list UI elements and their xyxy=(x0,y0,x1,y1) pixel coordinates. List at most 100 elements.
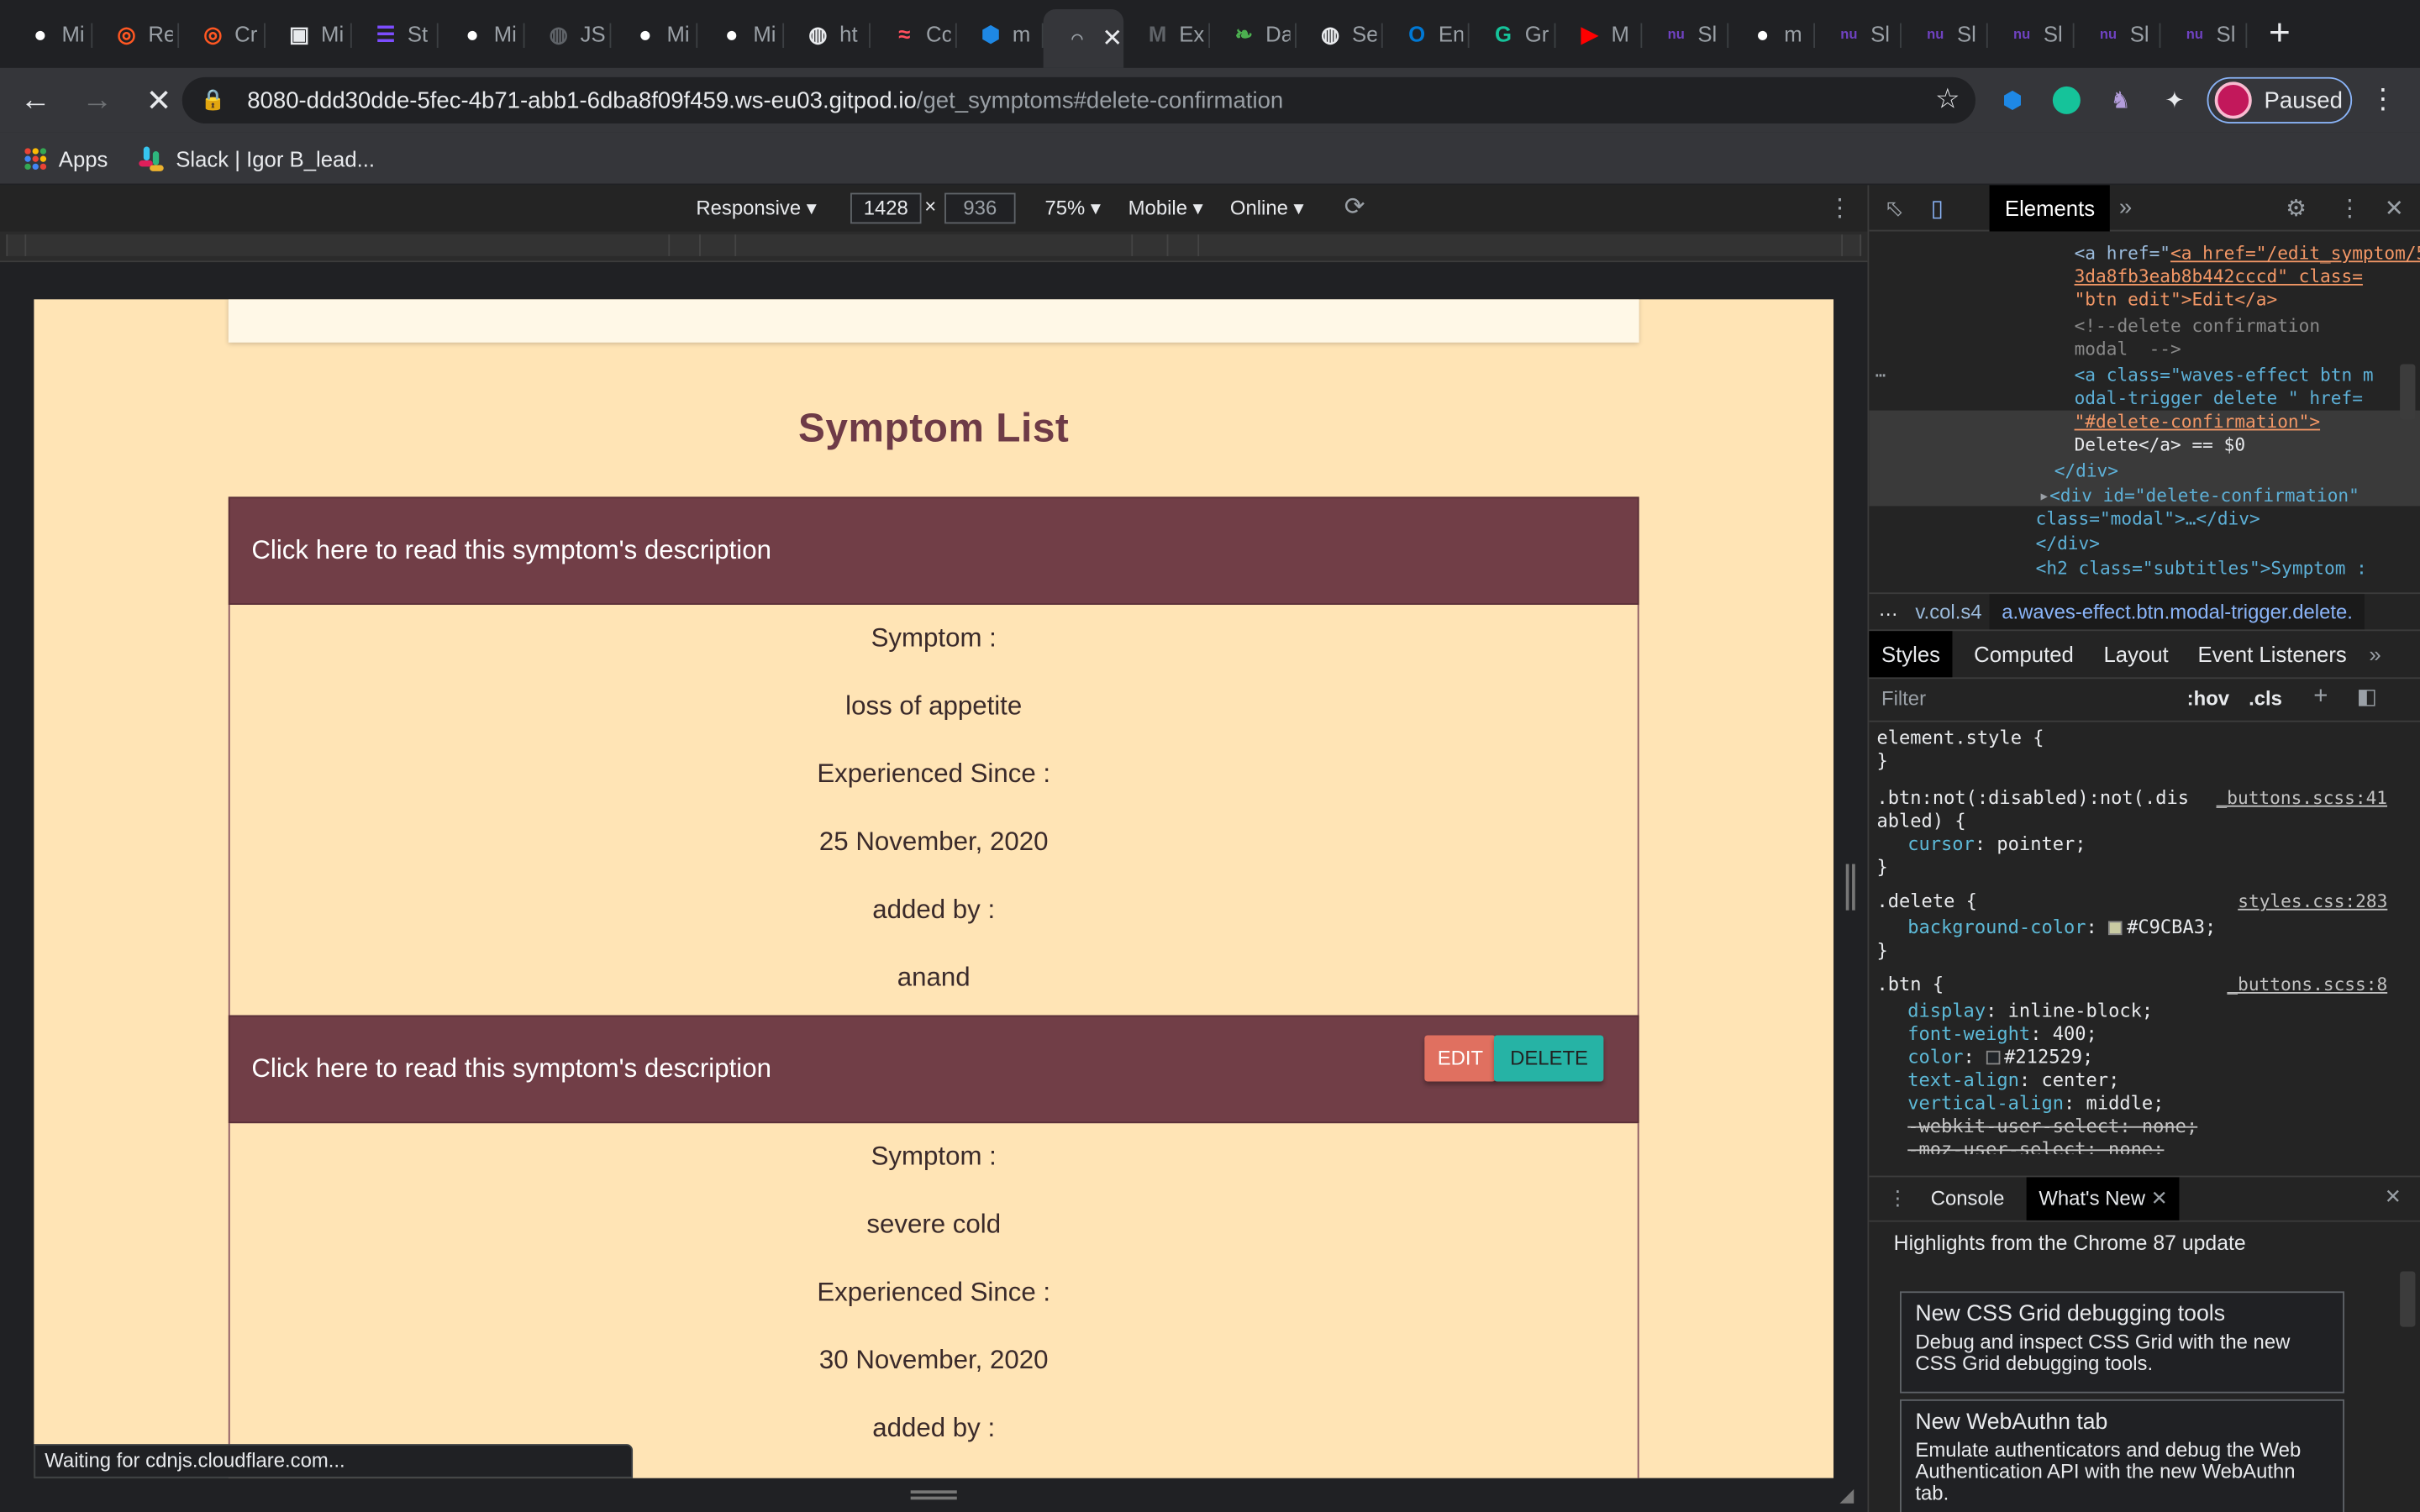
grammarly-extension-icon[interactable] xyxy=(2049,83,2083,117)
bookmark-apps[interactable]: Apps xyxy=(24,146,108,171)
tab-title: En xyxy=(1438,21,1464,47)
dom-tree[interactable]: <a href="<a href="/edit_symptom/5fc7a 3d… xyxy=(1869,232,2420,593)
bookmark-slack[interactable]: Slack | Igor B_lead... xyxy=(139,145,375,171)
breadcrumb-more-icon[interactable]: … xyxy=(1878,597,1898,621)
browser-tab[interactable]: ● m xyxy=(1728,8,1816,60)
color-swatch[interactable] xyxy=(1986,1050,2000,1065)
resize-corner-icon[interactable]: ◢ xyxy=(1839,1484,1854,1506)
browser-tab[interactable]: ☰ St xyxy=(352,8,439,60)
tab-computed[interactable]: Computed xyxy=(1974,631,2074,677)
viewport-width-input[interactable]: 1428 xyxy=(850,192,922,224)
resize-right-handle[interactable] xyxy=(1845,864,1855,911)
tab-whats-new[interactable]: What's New ✕ xyxy=(2026,1177,2181,1221)
cube-extension-icon[interactable]: ⬢ xyxy=(1996,83,2029,117)
browser-tab[interactable]: nu Sl xyxy=(1642,8,1729,60)
network-select[interactable]: Online ▾ xyxy=(1230,196,1304,220)
browser-tab[interactable]: ⬢ m xyxy=(957,8,1044,60)
breadcrumb-item[interactable]: v.col.s4 xyxy=(1915,600,1981,623)
whats-new-card[interactable]: New WebAuthn tab Emulate authenticators … xyxy=(1900,1399,2345,1512)
browser-menu-icon[interactable]: ⋮ xyxy=(2368,83,2399,116)
tab-elements[interactable]: Elements xyxy=(1989,185,2111,232)
outlook-icon: O xyxy=(1408,21,1426,47)
browser-tab[interactable]: ● Mi xyxy=(697,8,785,60)
rule-source-link[interactable]: styles.css:283 xyxy=(2238,890,2387,914)
resize-bottom-handle[interactable] xyxy=(910,1490,957,1500)
settings-gear-icon[interactable]: ⚙ xyxy=(2286,194,2307,222)
cls-toggle[interactable]: .cls xyxy=(2249,686,2282,710)
device-mode-select[interactable]: Responsive ▾ xyxy=(696,196,816,220)
device-toggle-icon[interactable]: ▯ xyxy=(1931,194,1944,222)
browser-tab[interactable]: ◍ Se xyxy=(1297,8,1383,60)
browser-tab[interactable]: ◎ Cr xyxy=(179,8,266,60)
close-devtools-icon[interactable]: ✕ xyxy=(2385,194,2404,222)
more-tabs-icon[interactable]: » xyxy=(2369,631,2381,677)
color-swatch[interactable] xyxy=(2108,921,2123,936)
browser-tab-active[interactable]: ◠ ✕ xyxy=(1043,9,1124,68)
media-query-ruler[interactable] xyxy=(0,231,1868,263)
bookmark-star-icon[interactable]: ☆ xyxy=(1935,83,1960,116)
new-tab-icon[interactable]: + xyxy=(2269,13,2291,55)
rule-source-link[interactable]: _buttons.scss:41 xyxy=(2217,787,2387,811)
close-tab-icon[interactable]: ✕ xyxy=(1102,24,1123,55)
browser-tab[interactable]: ● Mi xyxy=(439,8,525,60)
browser-tab[interactable]: nu Sl xyxy=(2160,8,2248,60)
tab-title: m xyxy=(1012,21,1031,47)
browser-tab[interactable]: ❧ Da xyxy=(1210,8,1297,60)
tab-title: Gr xyxy=(1524,21,1549,47)
browser-tab[interactable]: ▣ Mi xyxy=(266,8,352,60)
browser-tab[interactable]: O En xyxy=(1383,8,1470,60)
code-line: "btn edit">Edit</a> xyxy=(2074,288,2278,311)
address-bar[interactable]: 🔒 8080-ddd30dde-5fec-4b71-abb1-6dba8f09f… xyxy=(182,76,1976,123)
tab-event-listeners[interactable]: Event Listeners xyxy=(2198,631,2347,677)
rule-selector: abled) { xyxy=(1876,810,1966,832)
stop-loading-icon[interactable]: ✕ xyxy=(133,74,185,126)
extension-icon[interactable]: ♞ xyxy=(2103,83,2137,117)
rule-source-link[interactable]: _buttons.scss:8 xyxy=(2227,974,2387,997)
collapsible-header[interactable]: Click here to read this symptom's descri… xyxy=(228,496,1639,606)
browser-tab[interactable]: ▶ M xyxy=(1555,8,1643,60)
throttle-device-select[interactable]: Mobile ▾ xyxy=(1128,196,1203,220)
code-line: <!--delete confirmation xyxy=(2074,314,2321,337)
browser-tab[interactable]: ● Mi xyxy=(611,8,698,60)
browser-tab[interactable]: ● Mi xyxy=(6,8,93,60)
hov-toggle[interactable]: :hov xyxy=(2187,686,2229,710)
browser-tab[interactable]: nu Sl xyxy=(1902,8,1988,60)
node-more-icon[interactable]: ⋯ xyxy=(1876,364,1886,387)
add-rule-icon[interactable]: + xyxy=(2313,684,2328,711)
collapsible-header[interactable]: Click here to read this symptom's descri… xyxy=(228,1015,1639,1124)
delete-button[interactable]: DELETE xyxy=(1494,1035,1604,1082)
zoom-select[interactable]: 75% ▾ xyxy=(1044,196,1100,220)
back-icon[interactable]: ← xyxy=(9,74,61,126)
devtools-menu-icon[interactable]: ⋮ xyxy=(2338,194,2362,222)
rotate-icon[interactable]: ⟳ xyxy=(1344,192,1365,223)
device-more-icon[interactable]: ⋮ xyxy=(1828,193,1852,224)
browser-tab[interactable]: nu Sl xyxy=(2075,8,2161,60)
inspect-element-icon[interactable]: ⬁ xyxy=(1885,194,1904,222)
browser-tab[interactable]: ◍ ht xyxy=(784,8,871,60)
filter-input[interactable]: Filter xyxy=(1881,686,1926,710)
tab-layout[interactable]: Layout xyxy=(2103,631,2168,677)
viewport-height-input[interactable]: 936 xyxy=(944,192,1016,224)
breadcrumb-item-active[interactable]: a.waves-effect.btn.modal-trigger.delete. xyxy=(1989,594,2365,632)
puzzle-extensions-icon[interactable]: ✦ xyxy=(2158,83,2191,117)
whats-new-card[interactable]: New CSS Grid debugging tools Debug and i… xyxy=(1900,1291,2345,1394)
browser-tab[interactable]: ≈ Cc xyxy=(871,8,957,60)
drawer-menu-icon[interactable]: ⋮ xyxy=(1887,1186,1907,1210)
tab-title: ht xyxy=(839,21,858,47)
tab-console[interactable]: Console xyxy=(1931,1186,2005,1210)
edit-button[interactable]: EDIT xyxy=(1424,1035,1496,1082)
browser-tab[interactable]: G Gr xyxy=(1470,8,1556,60)
browser-tab[interactable]: nu Sl xyxy=(1815,8,1902,60)
browser-tab[interactable]: nu Sl xyxy=(1988,8,2075,60)
browser-tab[interactable]: ◎ Re xyxy=(92,8,180,60)
tab-styles[interactable]: Styles xyxy=(1869,631,1953,678)
close-drawer-icon[interactable]: ✕ xyxy=(2385,1185,2402,1210)
profile-button[interactable]: Paused xyxy=(2207,76,2353,123)
dom-scrollbar[interactable] xyxy=(2400,364,2416,420)
browser-tab[interactable]: M Ex xyxy=(1123,8,1211,60)
browser-tab[interactable]: ◍ JS xyxy=(524,8,612,60)
toggle-sidebar-icon[interactable]: ◧ xyxy=(2357,684,2377,710)
forward-icon[interactable]: → xyxy=(71,74,123,126)
drawer-scrollbar[interactable] xyxy=(2400,1271,2416,1327)
more-panels-icon[interactable]: » xyxy=(2119,194,2132,220)
